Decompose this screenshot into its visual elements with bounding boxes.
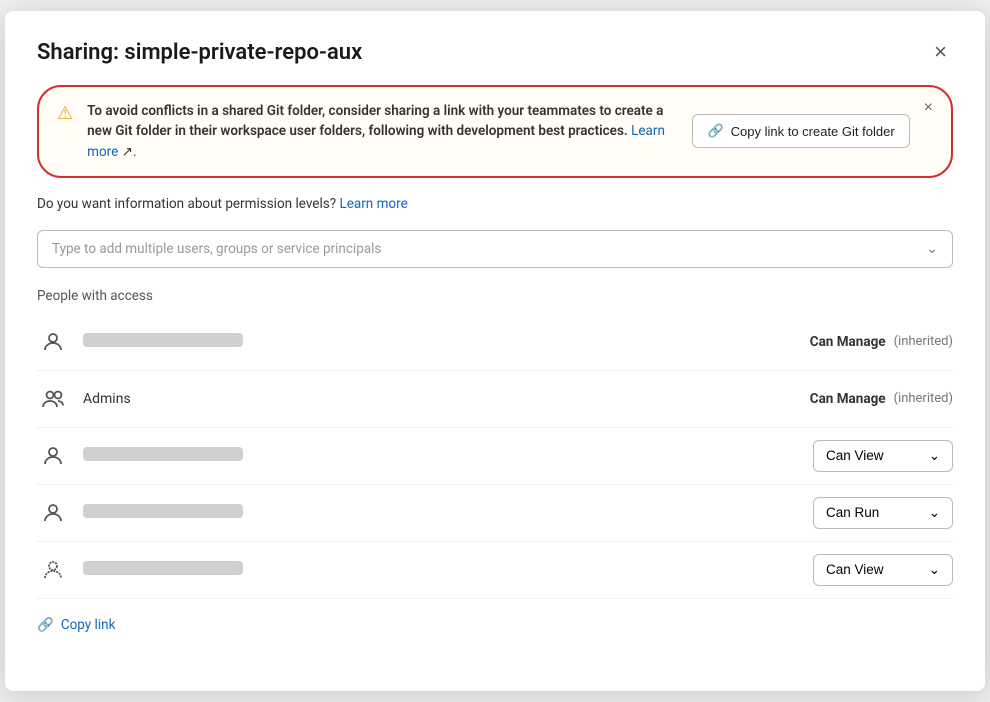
user-icon xyxy=(41,444,65,468)
warning-dismiss-button[interactable]: × xyxy=(924,99,933,117)
user-icon xyxy=(41,558,65,582)
warning-text: To avoid conflicts in a shared Git folde… xyxy=(87,101,678,162)
people-with-access-label: People with access xyxy=(37,288,953,304)
person-name-blur xyxy=(83,447,243,461)
chevron-down-icon: ⌄ xyxy=(926,241,938,257)
person-name: Admins xyxy=(83,391,810,407)
copy-link-footer[interactable]: 🔗 Copy link xyxy=(37,617,953,633)
person-name xyxy=(83,561,813,579)
modal-header: Sharing: simple-private-repo-aux × xyxy=(37,39,953,65)
group-icon xyxy=(41,387,65,411)
person-name-blur xyxy=(83,504,243,518)
sharing-modal: Sharing: simple-private-repo-aux × ⚠ To … xyxy=(5,11,985,691)
user-icon xyxy=(41,330,65,354)
copy-git-link-label: Copy link to create Git folder xyxy=(731,124,895,139)
avatar xyxy=(37,440,69,472)
table-row: Can Run ⌄ xyxy=(37,485,953,542)
permission-dropdown[interactable]: Can View ⌄ xyxy=(813,554,953,586)
link-icon: 🔗 xyxy=(707,123,723,139)
chevron-down-icon: ⌄ xyxy=(929,562,940,578)
person-permission: Can View ⌄ xyxy=(813,440,953,472)
person-name-blur xyxy=(83,561,243,575)
person-name xyxy=(83,333,810,351)
person-name xyxy=(83,504,813,522)
table-row: Can View ⌄ xyxy=(37,542,953,599)
inherited-label: (inherited) xyxy=(894,391,953,406)
permission-value: Can Run xyxy=(826,505,879,520)
person-permission: Can View ⌄ xyxy=(813,554,953,586)
admins-label: Admins xyxy=(83,391,131,407)
person-permission: Can Manage (inherited) xyxy=(810,334,953,350)
person-permission: Can Manage (inherited) xyxy=(810,391,953,407)
permission-dropdown[interactable]: Can View ⌄ xyxy=(813,440,953,472)
people-list: Can Manage (inherited) Admins Can Manage… xyxy=(37,314,953,599)
link-icon: 🔗 xyxy=(37,617,54,633)
modal-title: Sharing: simple-private-repo-aux xyxy=(37,40,362,65)
copy-link-label: Copy link xyxy=(61,617,116,633)
inherited-label: (inherited) xyxy=(894,334,953,349)
search-placeholder: Type to add multiple users, groups or se… xyxy=(52,241,381,257)
permission-label: Can Manage xyxy=(810,334,886,350)
permission-info-text: Do you want information about permission… xyxy=(37,196,336,212)
copy-git-link-button[interactable]: 🔗 Copy link to create Git folder xyxy=(692,114,909,148)
chevron-down-icon: ⌄ xyxy=(929,448,940,464)
permission-value: Can View xyxy=(826,562,884,577)
warning-external-icon: ↗ xyxy=(122,144,133,160)
person-permission: Can Run ⌄ xyxy=(813,497,953,529)
person-name-blur xyxy=(83,333,243,347)
chevron-down-icon: ⌄ xyxy=(929,505,940,521)
table-row: Can Manage (inherited) xyxy=(37,314,953,371)
avatar xyxy=(37,326,69,358)
avatar xyxy=(37,497,69,529)
permission-label: Can Manage xyxy=(810,391,886,407)
permission-learn-more-link[interactable]: Learn more xyxy=(339,196,407,212)
permission-dropdown[interactable]: Can Run ⌄ xyxy=(813,497,953,529)
avatar xyxy=(37,554,69,586)
warning-icon: ⚠ xyxy=(57,103,73,124)
person-name xyxy=(83,447,813,465)
user-icon xyxy=(41,501,65,525)
permission-info: Do you want information about permission… xyxy=(37,196,953,212)
add-users-input[interactable]: Type to add multiple users, groups or se… xyxy=(37,230,953,268)
table-row: Admins Can Manage (inherited) xyxy=(37,371,953,428)
warning-bold-text: To avoid conflicts in a shared Git folde… xyxy=(87,103,663,139)
permission-value: Can View xyxy=(826,448,884,463)
table-row: Can View ⌄ xyxy=(37,428,953,485)
modal-close-button[interactable]: × xyxy=(928,39,953,65)
avatar xyxy=(37,383,69,415)
warning-banner: ⚠ To avoid conflicts in a shared Git fol… xyxy=(37,85,953,178)
